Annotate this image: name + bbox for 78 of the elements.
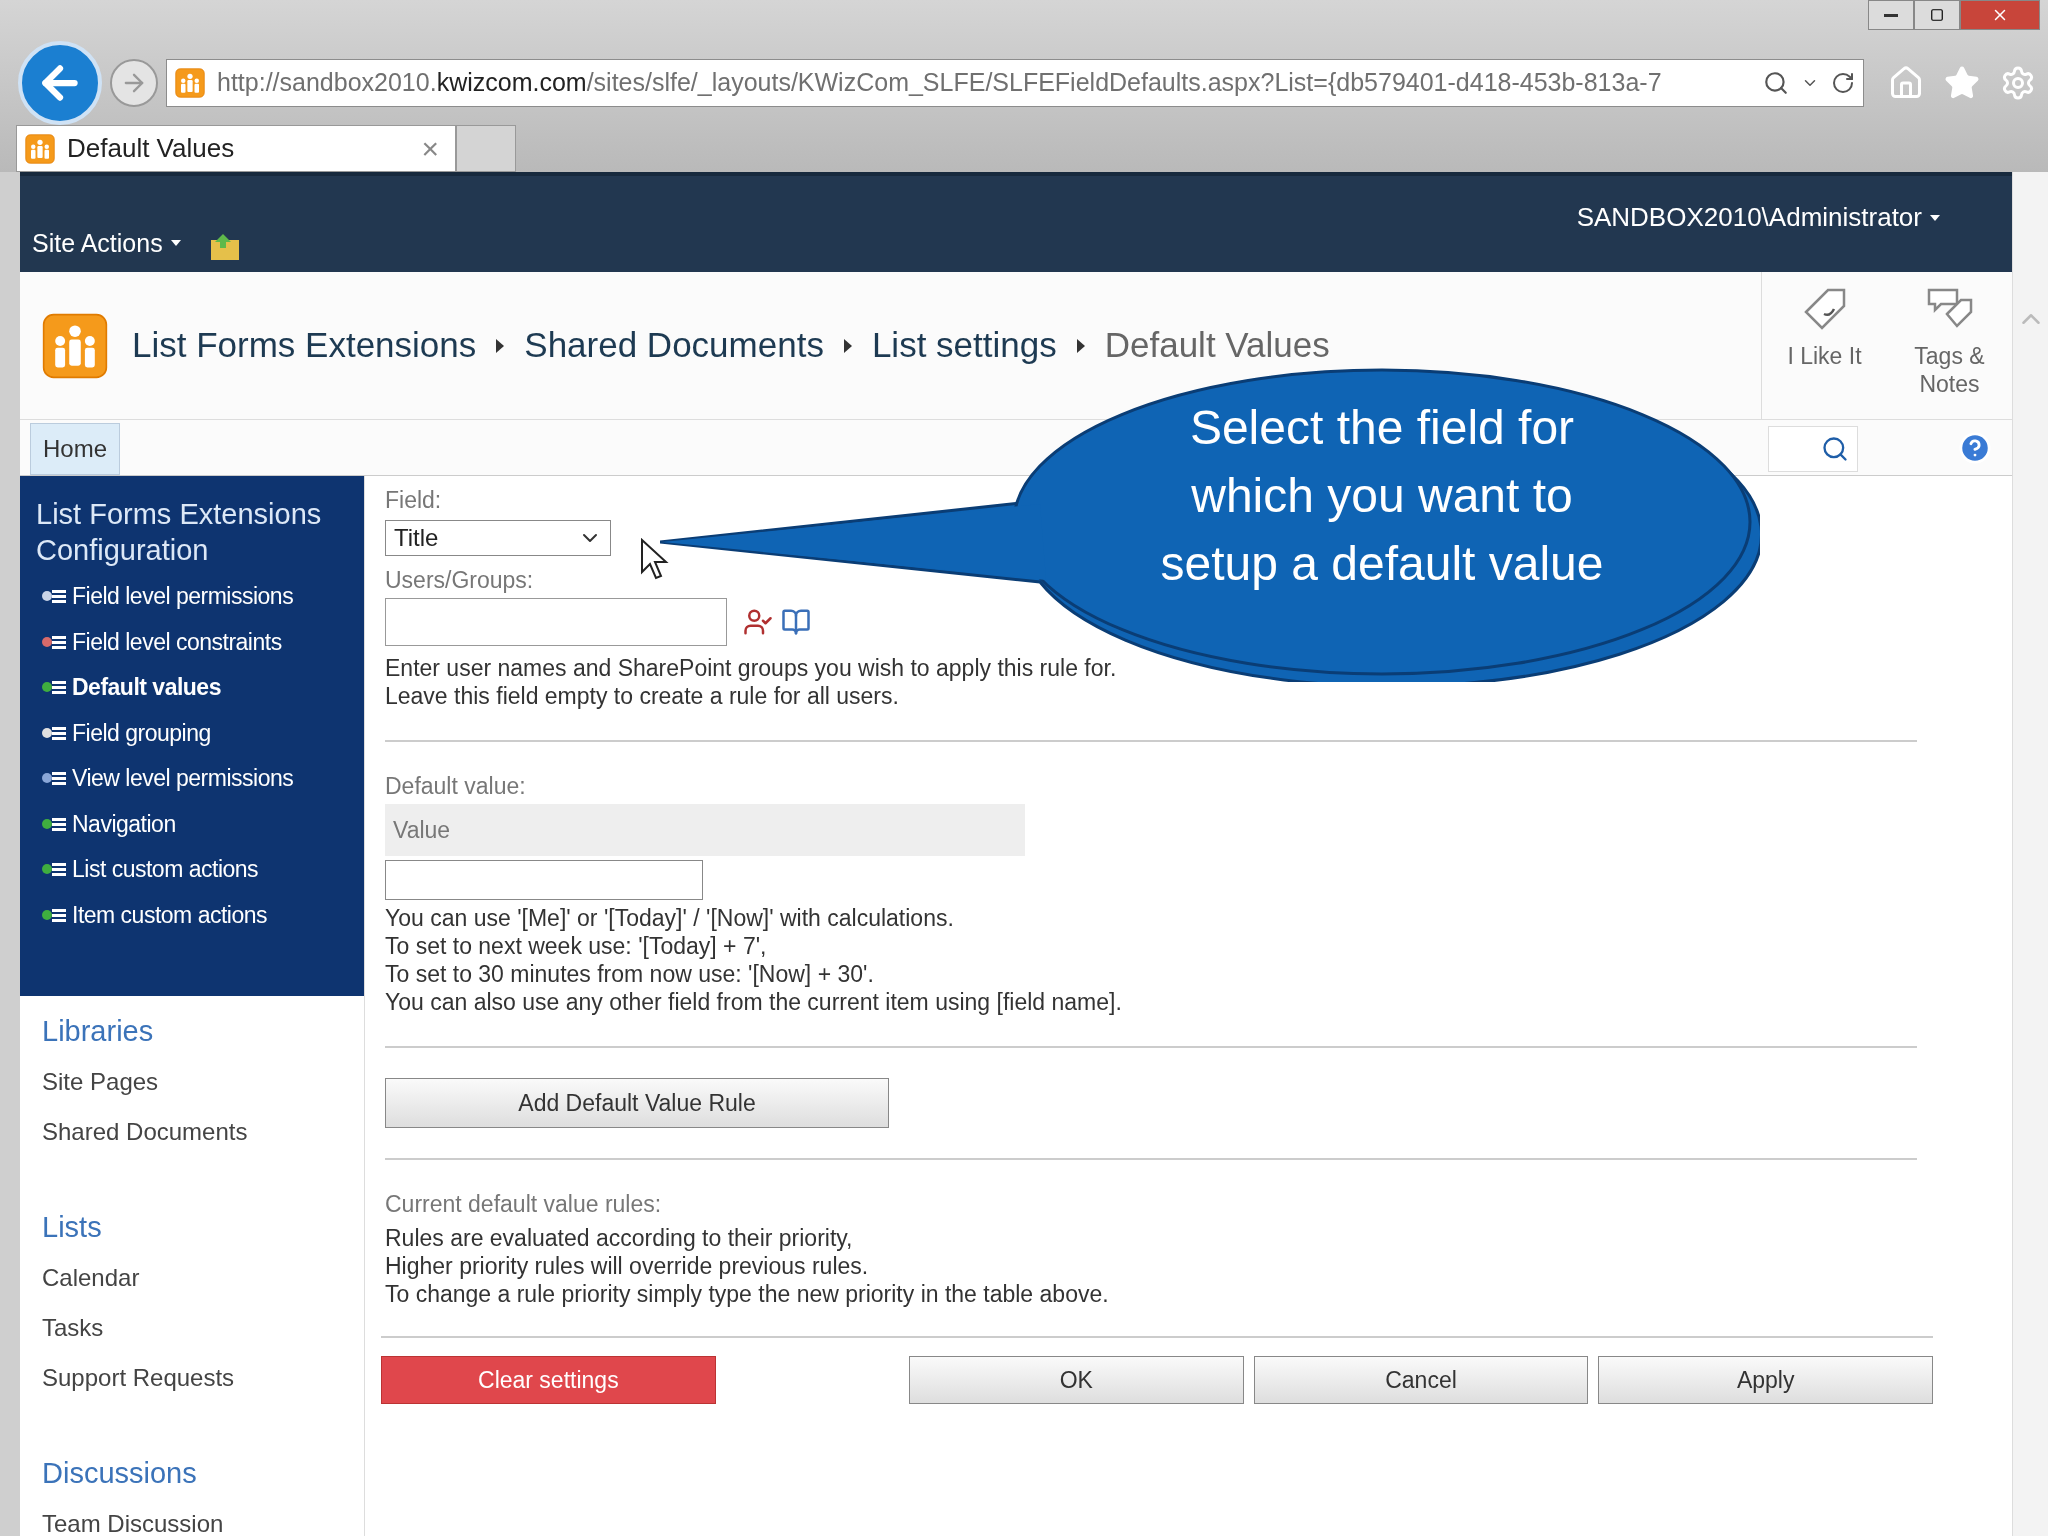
quick-launch-heading[interactable]: Discussions xyxy=(42,1456,364,1490)
check-names-icon[interactable] xyxy=(743,607,773,637)
dialog-button[interactable]: OK xyxy=(909,1356,1244,1404)
config-nav-item[interactable]: List custom actions xyxy=(72,852,259,887)
help-text: Rules are evaluated according to their priority, xyxy=(385,1224,854,1252)
config-nav-item[interactable]: Item custom actions xyxy=(72,897,268,932)
help-text: Enter user names and SharePoint groups you wish to apply this rule for. xyxy=(385,654,1117,682)
callout-text: setup a default value xyxy=(1160,536,1604,592)
value-column-header: Value xyxy=(385,804,1025,856)
user-menu[interactable]: SANDBOX2010\Administrator xyxy=(1576,198,1940,237)
add-rule-button[interactable]: Add Default Value Rule xyxy=(385,1078,889,1128)
dialog-button[interactable]: Apply xyxy=(1598,1356,1933,1404)
site-actions-menu[interactable]: Site Actions xyxy=(32,224,181,262)
config-nav-item[interactable]: Default values xyxy=(72,670,221,705)
config-nav-item[interactable]: View level permissions xyxy=(72,761,294,796)
browse-icon[interactable] xyxy=(781,607,811,637)
browser-tab[interactable]: Default Values × xyxy=(16,125,456,172)
help-text: To change a rule priority simply type the new priority in the table above. xyxy=(385,1280,1109,1308)
search-icon[interactable] xyxy=(1821,435,1849,463)
quick-launch-link[interactable]: Tasks xyxy=(42,1312,364,1344)
breadcrumb-item[interactable]: List settings xyxy=(871,319,1057,372)
config-nav-item[interactable]: Field level permissions xyxy=(72,579,294,614)
field-label: Field: xyxy=(385,486,442,514)
breadcrumb-item[interactable]: List Forms Extensions xyxy=(132,319,477,372)
config-nav-title: List Forms Extensions Configuration xyxy=(36,497,323,568)
quick-launch-heading[interactable]: Libraries xyxy=(42,1014,364,1048)
breadcrumb-item: Default Values xyxy=(1104,324,1330,367)
config-nav-item[interactable]: Field level constraints xyxy=(72,624,282,659)
quick-launch-link[interactable]: Team Discussion xyxy=(42,1508,364,1536)
search-box[interactable] xyxy=(1768,426,1858,472)
callout-text: Select the field for xyxy=(1189,400,1575,456)
separator-icon xyxy=(496,338,505,353)
dialog-button[interactable]: Cancel xyxy=(1253,1356,1589,1404)
separator-icon xyxy=(1076,338,1085,353)
clear-settings-button[interactable]: Clear settings xyxy=(381,1356,716,1404)
current-rules-label: Current default value rules: xyxy=(385,1190,662,1218)
users-input[interactable] xyxy=(385,598,727,646)
users-groups-label: Users/Groups: xyxy=(385,566,534,594)
forward-button[interactable] xyxy=(110,58,158,107)
tab-title: Default Values xyxy=(67,132,236,165)
maximize-button[interactable] xyxy=(1914,0,1960,30)
caret-icon xyxy=(170,240,181,247)
address-bar[interactable]: http://sandbox2010.kwizcom.com/sites/slfe/_layouts/KWizCom_SLFE/SLFEFieldDefaults.aspx?List={db579401-d418-453b-813a-7 xyxy=(166,58,1864,107)
minimize-icon xyxy=(1884,13,1898,17)
page-icon xyxy=(175,67,205,98)
minimize-button[interactable] xyxy=(1868,0,1914,30)
config-nav-item[interactable]: Field grouping xyxy=(72,715,211,750)
quick-launch-heading[interactable]: Lists xyxy=(42,1210,364,1244)
site-logo xyxy=(42,312,108,379)
quick-launch-link[interactable]: Calendar xyxy=(42,1262,364,1294)
quick-launch-link[interactable]: Site Pages xyxy=(42,1066,364,1098)
maximize-icon xyxy=(1930,8,1944,22)
search-icon[interactable] xyxy=(1763,69,1789,96)
cursor-icon xyxy=(640,538,670,582)
quick-launch-link[interactable]: Shared Documents xyxy=(42,1116,364,1148)
page-icon xyxy=(25,133,55,164)
quick-launch-link[interactable]: Support Requests xyxy=(42,1362,364,1394)
value-input[interactable] xyxy=(385,860,703,900)
ribbon-tab[interactable]: Home xyxy=(30,423,121,475)
tags-notes-button[interactable]: Tags & Notes xyxy=(1887,272,2012,419)
help-text: Leave this field empty to create a rule for all users. xyxy=(385,682,900,710)
tab-close-button[interactable]: × xyxy=(421,126,447,171)
callout-text: which you want to xyxy=(1191,468,1573,524)
help-text: To set to 30 minutes from now use: '[Now] + 30'. xyxy=(385,960,875,988)
refresh-icon[interactable] xyxy=(1831,70,1855,95)
config-nav-item[interactable]: Navigation xyxy=(72,806,176,841)
address-url: http://sandbox2010.kwizcom.com/sites/slfe/_layouts/KWizCom_SLFE/SLFEFieldDefaults.aspx?List={db579401-d418-453b-813a-7 xyxy=(217,66,1663,98)
default-value-label: Default value: xyxy=(385,772,526,800)
like-button[interactable]: I Like It xyxy=(1762,272,1887,419)
help-text: Higher priority rules will override previous rules. xyxy=(385,1252,870,1280)
separator-icon xyxy=(843,338,852,353)
scrollbar[interactable] xyxy=(2012,172,2048,1536)
breadcrumb-item[interactable]: Shared Documents xyxy=(524,319,824,372)
help-text: You can use '[Me]' or '[Today]' / '[Now]' with calculations. xyxy=(385,904,955,932)
help-text: To set to next week use: '[Today] + 7', xyxy=(385,932,768,960)
caret-icon xyxy=(1930,214,1940,221)
field-select[interactable]: Title xyxy=(385,520,611,556)
help-text: You can also use any other field from the current item using [field name]. xyxy=(385,988,1122,1016)
